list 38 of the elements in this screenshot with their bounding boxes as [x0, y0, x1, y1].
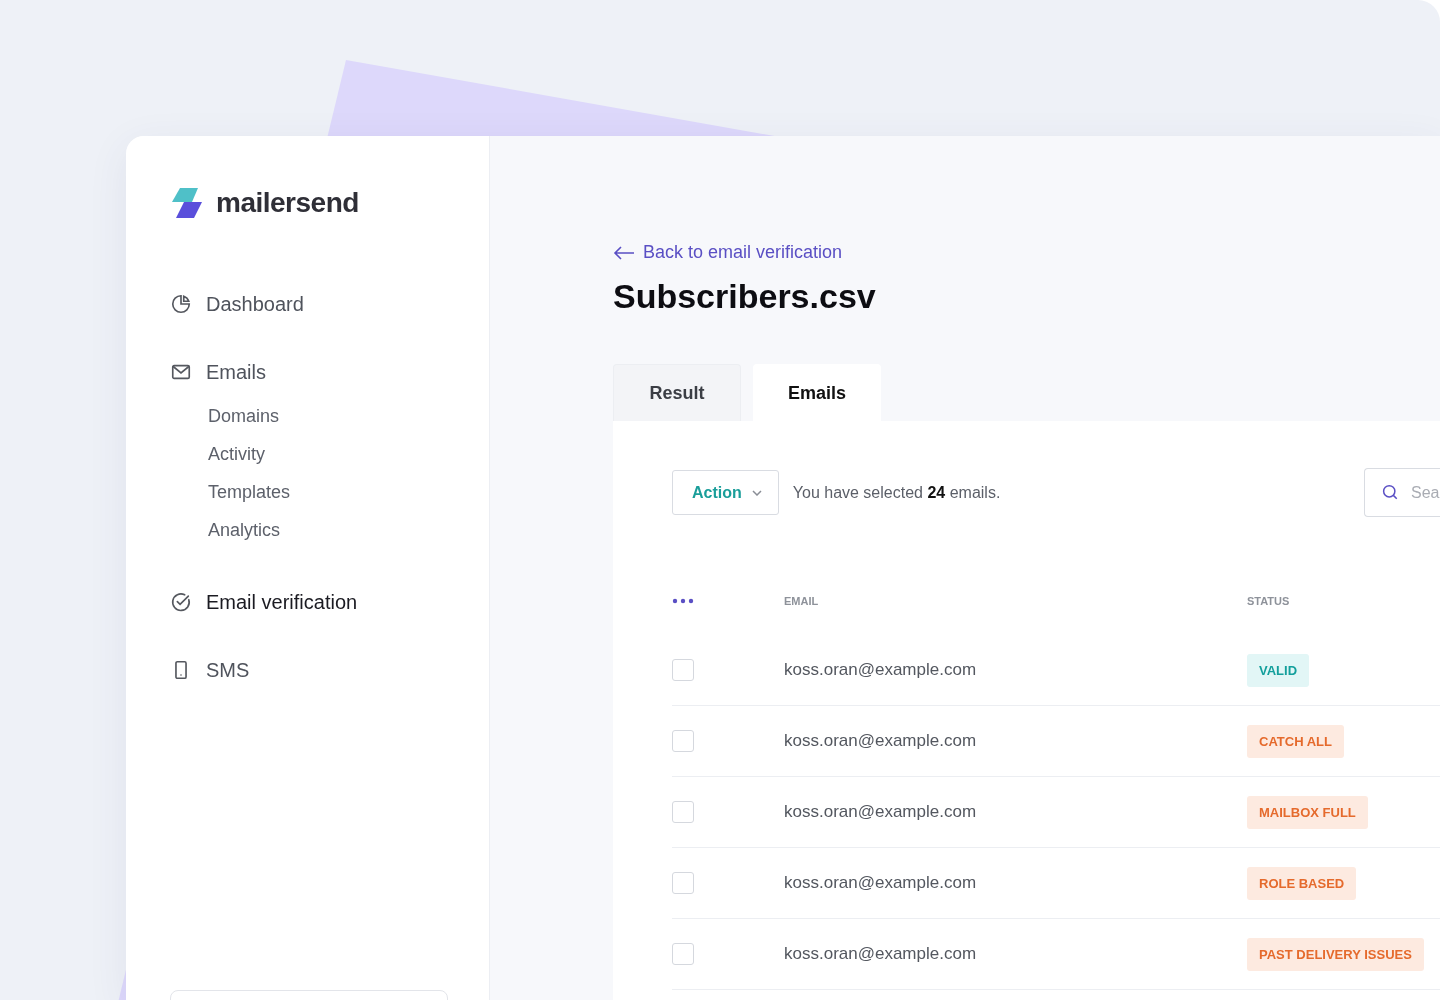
email-cell-text: koss.oran@example.com — [784, 731, 978, 751]
column-header: STATUS — [1247, 595, 1291, 607]
nav-subitem[interactable]: Templates — [208, 478, 291, 506]
nav-subitem[interactable]: Analytics — [208, 516, 281, 544]
nav-item[interactable]: SMS — [170, 652, 250, 688]
status-tag: MAILBOX FULL — [1247, 795, 1368, 829]
arrow-left-icon — [613, 245, 635, 260]
back-link[interactable]: Back to email verification — [613, 242, 843, 263]
status-tag: VALID — [1247, 653, 1310, 687]
email-cell-text: koss.oran@example.com — [784, 873, 978, 893]
check-circle-icon — [170, 591, 192, 613]
logo-icon — [170, 186, 204, 220]
row-checkbox[interactable] — [672, 801, 694, 823]
nav-subitem[interactable]: Activity — [208, 440, 265, 468]
row-checkbox[interactable] — [672, 943, 694, 965]
nav-subitem[interactable]: Domains — [208, 402, 280, 430]
email-cell-text: koss.oran@example.com — [784, 802, 978, 822]
chevron-down-icon — [751, 489, 762, 496]
pie-chart-icon — [170, 293, 192, 315]
tab[interactable]: Result — [613, 364, 741, 421]
email-cell-text: koss.oran@example.com — [784, 944, 978, 964]
status-tag: CATCH ALL — [1247, 724, 1344, 758]
brand-name: mailersend — [216, 187, 359, 219]
more-icon[interactable] — [672, 598, 694, 604]
tab[interactable]: Emails — [753, 364, 881, 421]
nav-item[interactable]: Dashboard — [170, 286, 304, 322]
row-checkbox[interactable] — [672, 730, 694, 752]
status-tag: ROLE BASED — [1247, 866, 1357, 900]
search-field[interactable]: Sea — [1364, 468, 1440, 517]
selection-text: You have selected 24 emails. — [792, 483, 1001, 502]
email-cell-text: koss.oran@example.com — [784, 660, 978, 680]
status-tag: PAST DELIVERY ISSUES — [1247, 937, 1424, 971]
column-header: EMAIL — [784, 595, 820, 607]
nav-item[interactable]: Emails — [170, 354, 266, 390]
nav-item[interactable]: Email verification — [170, 584, 358, 620]
page-title: Subscribers.csv — [613, 277, 877, 316]
row-checkbox[interactable] — [672, 659, 694, 681]
row-checkbox[interactable] — [672, 872, 694, 894]
